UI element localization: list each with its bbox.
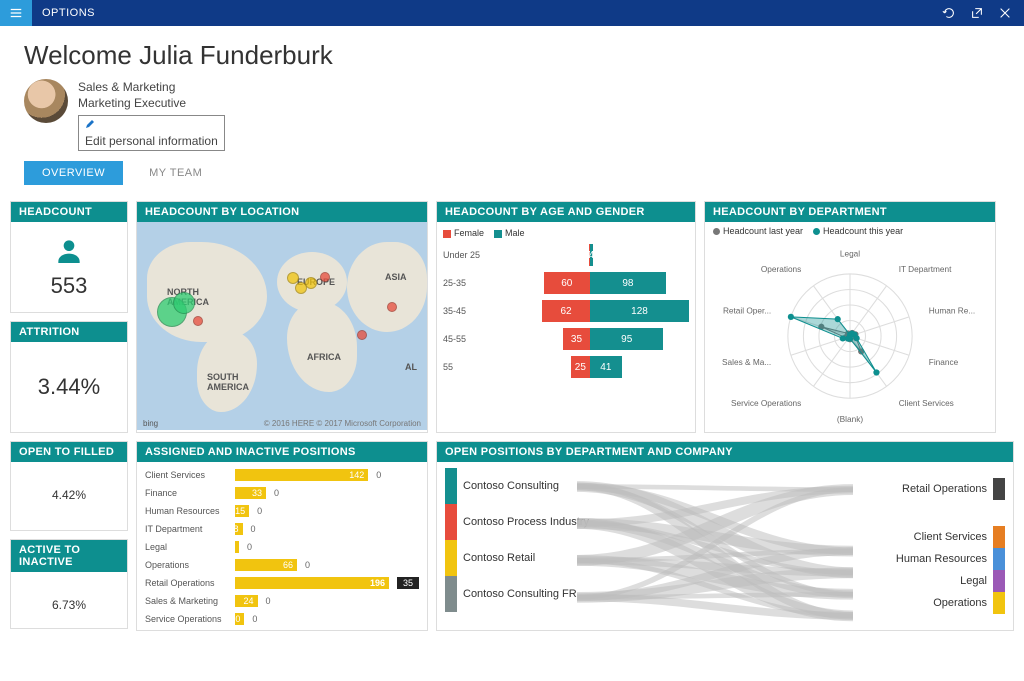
refresh-icon[interactable] <box>942 6 956 20</box>
sankey-target: Client Services <box>896 526 1005 548</box>
map-label-sa: SOUTHAMERICA <box>207 372 249 392</box>
assigned-row: Operations660 <box>145 556 419 574</box>
kpi-open-to-filled-title: OPEN TO FILLED <box>11 442 127 462</box>
svg-text:Sales & Ma...: Sales & Ma... <box>722 358 771 367</box>
titlebar: OPTIONS <box>0 0 1024 26</box>
profile-role: Marketing Executive <box>78 95 225 111</box>
assigned-row: Service Operations100 <box>145 610 419 628</box>
close-icon[interactable] <box>998 6 1012 20</box>
profile-department: Sales & Marketing <box>78 79 225 95</box>
sankey-target: Legal <box>896 570 1005 592</box>
svg-text:IT Department: IT Department <box>899 265 952 274</box>
legend-last-year: Headcount last year <box>713 226 803 236</box>
hamburger-icon[interactable] <box>0 0 32 26</box>
svg-text:Legal: Legal <box>840 249 860 258</box>
assigned-row: Retail Operations19635 <box>145 574 419 592</box>
pencil-icon <box>85 119 95 129</box>
assigned-row: Legal40 <box>145 538 419 556</box>
svg-text:Human Re...: Human Re... <box>929 307 975 316</box>
assigned-row: Human Resources150 <box>145 502 419 520</box>
world-map: NORTHAMERICA SOUTHAMERICA EUROPE AFRICA … <box>137 222 427 430</box>
age-row: 45-553595 <box>443 328 689 350</box>
sankey-target: Retail Operations <box>896 478 1005 500</box>
assigned-row: Finance330 <box>145 484 419 502</box>
map-label-as: ASIA <box>385 272 407 282</box>
map-attribution: © 2016 HERE © 2017 Microsoft Corporation <box>264 419 421 428</box>
legend-female: Female <box>443 228 484 238</box>
tab-overview[interactable]: OVERVIEW <box>24 161 123 185</box>
kpi-headcount-title: HEADCOUNT <box>11 202 127 222</box>
page-title: Welcome Julia Funderburk <box>24 40 1000 71</box>
person-icon <box>53 235 85 267</box>
age-row: Under 2514 <box>443 244 689 266</box>
assigned-row: IT Department80 <box>145 520 419 538</box>
sankey-flows <box>577 468 853 622</box>
age-row: 35-4562128 <box>443 300 689 322</box>
tile-age-gender[interactable]: HEADCOUNT BY AGE AND GENDER Female Male … <box>436 201 696 433</box>
assigned-row: Sales & Marketing240 <box>145 592 419 610</box>
svg-text:Service Operations: Service Operations <box>731 399 801 408</box>
map-label-al: AL <box>405 362 417 372</box>
age-row: 25-356098 <box>443 272 689 294</box>
edit-personal-info-button[interactable]: Edit personal information <box>78 115 225 151</box>
legend-this-year: Headcount this year <box>813 226 903 236</box>
age-row: 552541 <box>443 356 689 378</box>
tile-headcount-location[interactable]: HEADCOUNT BY LOCATION NORTHAMERICA SOUTH… <box>136 201 428 433</box>
edit-personal-info-label: Edit personal information <box>85 133 218 149</box>
kpi-headcount[interactable]: HEADCOUNT 553 <box>10 201 128 313</box>
tab-myteam[interactable]: MY TEAM <box>131 161 220 185</box>
tile-headcount-location-title: HEADCOUNT BY LOCATION <box>137 202 427 222</box>
kpi-active-to-inactive-title: ACTIVE TO INACTIVE <box>11 540 127 572</box>
map-label-af: AFRICA <box>307 352 341 362</box>
svg-text:Operations: Operations <box>761 265 801 274</box>
svg-text:(Blank): (Blank) <box>837 415 863 424</box>
svg-text:Retail Oper...: Retail Oper... <box>723 307 771 316</box>
tile-department-radar-title: HEADCOUNT BY DEPARTMENT <box>705 202 995 222</box>
svg-text:Finance: Finance <box>929 358 959 367</box>
sankey-target: Human Resources <box>896 548 1005 570</box>
avatar <box>24 79 68 123</box>
profile-block: Sales & Marketing Marketing Executive Ed… <box>24 79 1000 151</box>
options-label: OPTIONS <box>42 7 95 19</box>
assigned-row: Client Services1420 <box>145 466 419 484</box>
kpi-open-to-filled[interactable]: OPEN TO FILLED 4.42% <box>10 441 128 531</box>
svg-text:Client Services: Client Services <box>899 399 954 408</box>
legend-male: Male <box>494 228 525 238</box>
tile-open-positions-sankey[interactable]: OPEN POSITIONS BY DEPARTMENT AND COMPANY… <box>436 441 1014 631</box>
kpi-attrition-value: 3.44% <box>38 374 100 400</box>
popout-icon[interactable] <box>970 6 984 20</box>
tile-age-gender-title: HEADCOUNT BY AGE AND GENDER <box>437 202 695 222</box>
tile-open-positions-title: OPEN POSITIONS BY DEPARTMENT AND COMPANY <box>437 442 1013 462</box>
tile-assigned-inactive[interactable]: ASSIGNED AND INACTIVE POSITIONS Client S… <box>136 441 428 631</box>
kpi-active-to-inactive[interactable]: ACTIVE TO INACTIVE 6.73% <box>10 539 128 629</box>
radar-chart: Legal IT Department Human Re... Finance Clie… <box>705 240 995 428</box>
tile-department-radar[interactable]: HEADCOUNT BY DEPARTMENT Headcount last y… <box>704 201 996 433</box>
tile-assigned-inactive-title: ASSIGNED AND INACTIVE POSITIONS <box>137 442 427 462</box>
kpi-open-to-filled-value: 4.42% <box>52 488 86 502</box>
sankey-target: Operations <box>896 592 1005 614</box>
kpi-headcount-value: 553 <box>51 273 88 299</box>
kpi-attrition[interactable]: ATTRITION 3.44% <box>10 321 128 433</box>
kpi-attrition-title: ATTRITION <box>11 322 127 342</box>
kpi-active-to-inactive-value: 6.73% <box>52 598 86 612</box>
bing-attribution: bing <box>143 419 158 428</box>
